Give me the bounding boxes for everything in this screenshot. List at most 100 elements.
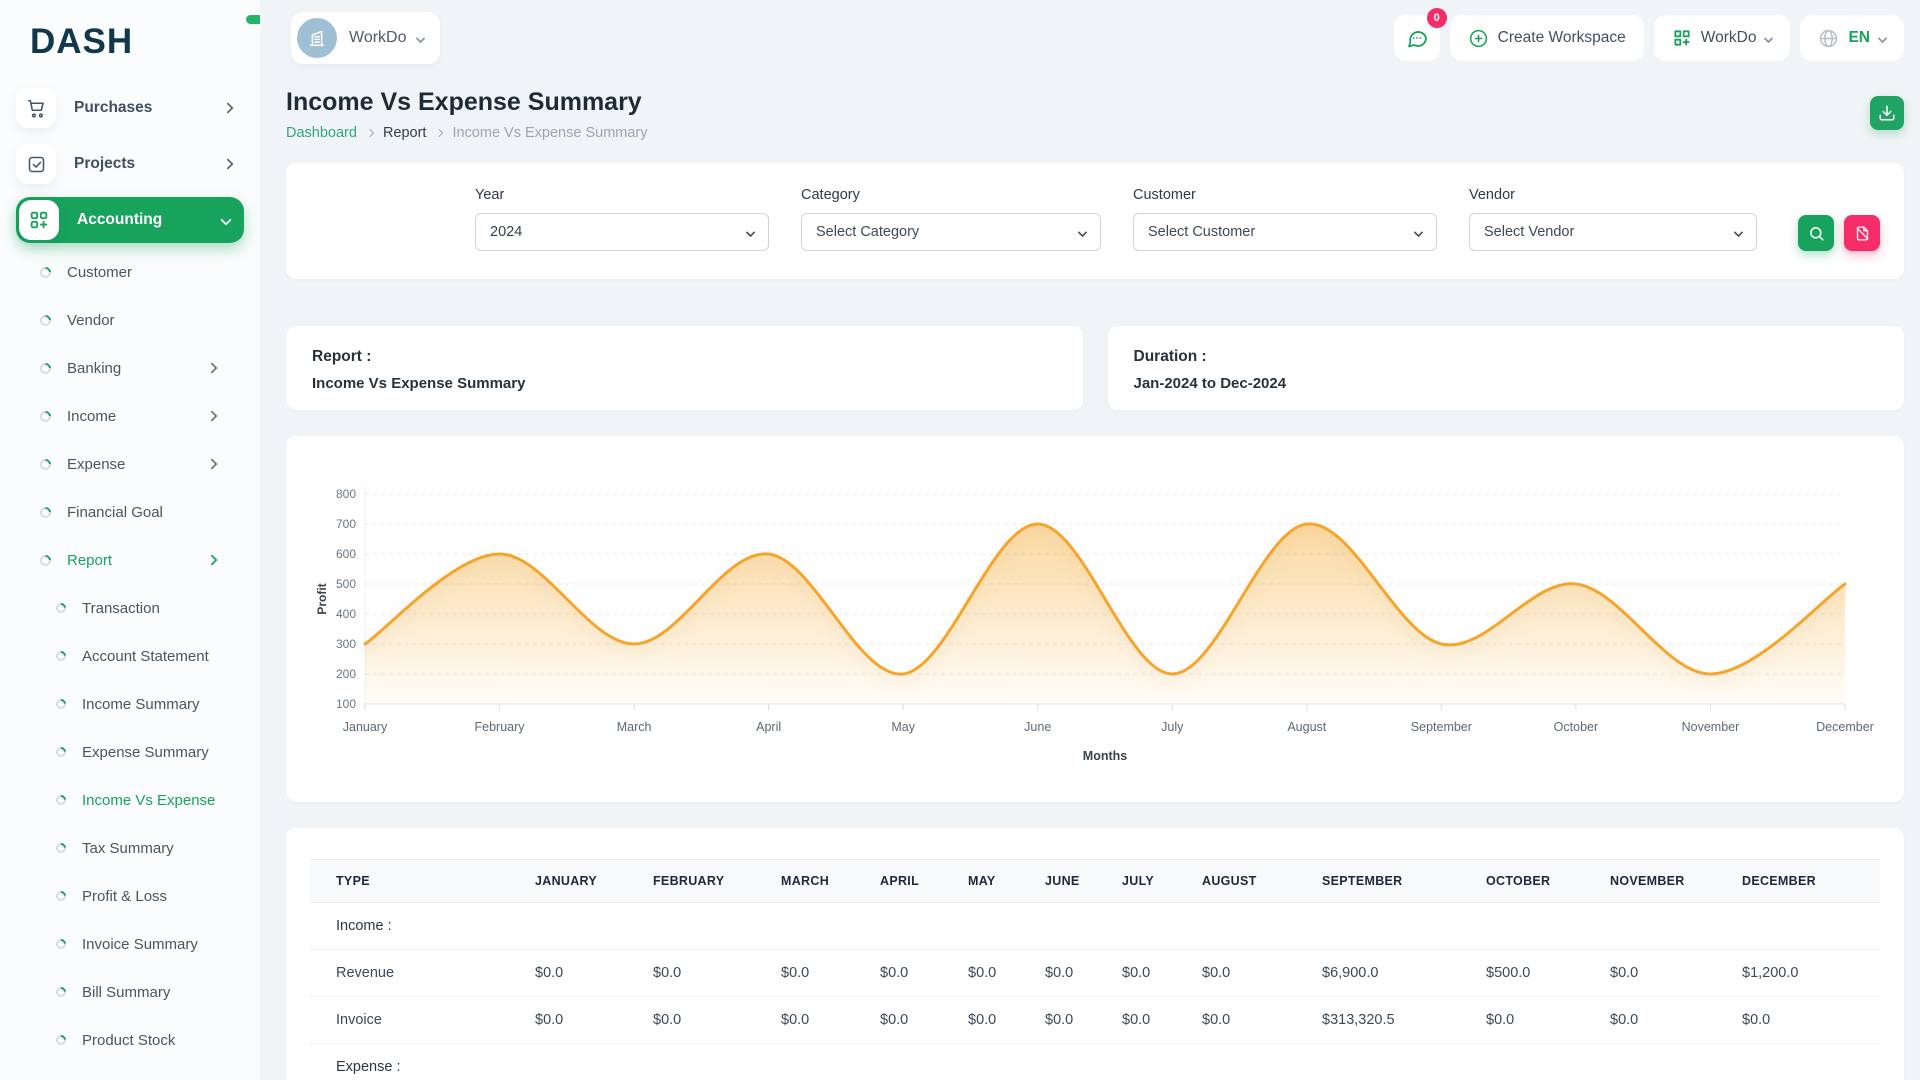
sidebar-item-expense-summary[interactable]: Expense Summary [16,728,244,776]
cell-value: $1,200.0 [1722,950,1880,997]
sidebar-item-label: Accounting [77,211,162,229]
sidebar-item-product-stock[interactable]: Product Stock [16,1016,244,1064]
category-select[interactable]: Select Category [801,213,1101,251]
sidebar-item-projects[interactable]: Projects [16,136,244,192]
vendor-select[interactable]: Select Vendor [1469,213,1757,251]
chat-icon [1405,26,1429,50]
sidebar-item-banking[interactable]: Banking [16,344,244,392]
workspace-selector[interactable]: WorkDo [291,12,440,64]
sidebar-item-customer[interactable]: Customer [16,248,244,296]
customer-filter: Customer Select Customer [1133,187,1437,251]
chevron-right-icon [206,362,217,373]
column-header: JULY [1102,860,1182,903]
sidebar-item-label: Banking [67,360,121,377]
bullet-icon [54,601,68,615]
bullet-icon [38,552,54,568]
sidebar-item-expense[interactable]: Expense [16,440,244,488]
sidebar-item-accounting[interactable]: Accounting [16,197,244,243]
workdo-menu-button[interactable]: WorkDo [1654,15,1791,61]
report-label: Report : [312,348,1057,366]
sidebar-item-label: Product Stock [82,1032,175,1049]
column-header: MARCH [761,860,860,903]
bullet-icon [38,408,54,424]
sidebar-item-transaction[interactable]: Transaction [16,584,244,632]
sidebar-item-purchases[interactable]: Purchases [16,80,244,136]
sidebar-item-tax-summary[interactable]: Tax Summary [16,824,244,872]
column-header: JUNE [1025,860,1102,903]
sidebar-item-financial-goal[interactable]: Financial Goal [16,488,244,536]
language-selector[interactable]: EN [1800,15,1904,61]
plus-circle-icon [1468,28,1489,49]
profit-chart-card: 100200300400500600700800JanuaryFebruaryM… [286,436,1904,802]
workdo-menu-label: WorkDo [1701,29,1757,47]
bullet-icon [54,937,68,951]
create-workspace-button[interactable]: Create Workspace [1450,15,1644,61]
cell-value: $0.0 [1102,997,1182,1044]
sidebar-item-report[interactable]: Report [16,536,244,584]
apply-filter-button[interactable] [1798,215,1834,251]
income-expense-table: TYPEJANUARYFEBRUARYMARCHAPRILMAYJUNEJULY… [310,859,1880,1080]
sidebar-item-label: Transaction [82,600,160,617]
sidebar-item-income-summary[interactable]: Income Summary [16,680,244,728]
customer-select[interactable]: Select Customer [1133,213,1437,251]
app-logo[interactable]: DASH [0,0,260,76]
bullet-icon [54,745,68,759]
svg-text:400: 400 [336,607,356,621]
svg-text:100: 100 [336,697,356,711]
vendor-select-value: Select Vendor [1484,224,1574,240]
chevron-down-icon [1078,227,1088,237]
svg-text:April: April [756,720,781,734]
create-workspace-label: Create Workspace [1498,29,1626,47]
table-section-row: Expense : [310,1044,1880,1080]
chevron-right-icon [222,102,233,113]
sidebar-item-invoice-summary[interactable]: Invoice Summary [16,920,244,968]
svg-text:March: March [617,720,652,734]
sidebar-item-income[interactable]: Income [16,392,244,440]
svg-text:September: September [1411,720,1472,734]
cell-value: $0.0 [1590,950,1722,997]
grid-plus-icon [1672,28,1692,48]
svg-text:August: August [1287,720,1326,734]
category-filter: Category Select Category [801,187,1101,251]
duration-label: Duration : [1134,348,1879,366]
globe-icon [1818,28,1839,49]
sidebar-item-income-vs-expense[interactable]: Income Vs Expense [16,776,244,824]
svg-text:300: 300 [336,637,356,651]
column-header: NOVEMBER [1590,860,1722,903]
sidebar-item-account-statement[interactable]: Account Statement [16,632,244,680]
bullet-icon [38,504,54,520]
year-select[interactable]: 2024 [475,213,769,251]
report-summary-card: Report : Income Vs Expense Summary [286,326,1083,410]
chevron-right-icon [222,158,233,169]
cell-value: $0.0 [1182,997,1302,1044]
sidebar-item-label: Report [67,552,112,569]
sidebar-nav: PurchasesProjects Accounting CustomerVen… [0,76,260,1080]
cell-value: $0.0 [761,997,860,1044]
search-icon [1808,225,1825,242]
table-section-row: Income : [310,903,1880,950]
breadcrumb-current: Income Vs Expense Summary [452,125,647,141]
svg-text:700: 700 [336,517,356,531]
chevron-down-icon [415,33,425,43]
bullet-icon [54,985,68,999]
messages-button[interactable]: 0 [1394,15,1440,61]
topbar-actions: 0 Create Workspace WorkDo E [1394,15,1904,61]
cell-value: $0.0 [1590,997,1722,1044]
breadcrumb-separator [435,129,443,137]
chevron-down-icon [746,227,756,237]
sidebar-item-label: Account Statement [82,648,209,665]
customer-label: Customer [1133,187,1437,203]
filter-panel: Year 2024 Category Select Category Custo… [286,163,1904,279]
reset-filter-button[interactable] [1844,215,1880,251]
bullet-icon [54,697,68,711]
sidebar-item-bill-summary[interactable]: Bill Summary [16,968,244,1016]
download-report-button[interactable] [1870,96,1904,130]
breadcrumb-dashboard[interactable]: Dashboard [286,125,357,141]
download-icon [1878,104,1896,122]
summary-cards: Report : Income Vs Expense Summary Durat… [286,326,1904,410]
sidebar-item-cash-flow[interactable]: Cash Flow [16,1064,244,1080]
breadcrumb-report[interactable]: Report [383,125,427,141]
sidebar-item-vendor[interactable]: Vendor [16,296,244,344]
sidebar-item-profit-loss[interactable]: Profit & Loss [16,872,244,920]
column-header: MAY [948,860,1025,903]
